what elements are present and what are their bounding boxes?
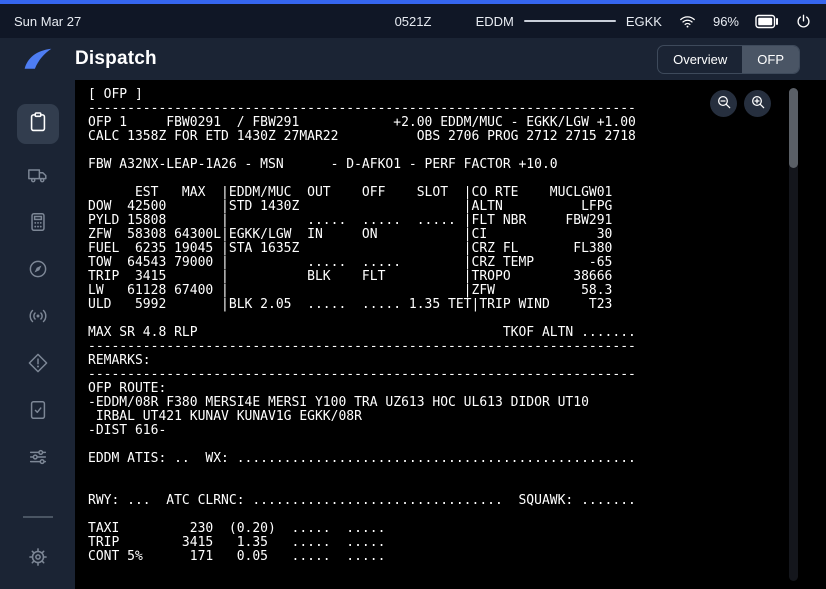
ofp-content-area: [ OFP ] --------------------------------…: [75, 80, 826, 589]
sidebar-item-navigation[interactable]: [17, 257, 59, 285]
sidebar-item-performance[interactable]: [17, 210, 59, 238]
status-date: Sun Mar 27: [14, 14, 81, 29]
ofp-document: [ OFP ] --------------------------------…: [75, 80, 826, 564]
scrollbar-thumb[interactable]: [789, 88, 798, 168]
sidebar-divider: [23, 516, 53, 518]
route-progress-line: [524, 20, 616, 22]
sidebar-item-dispatch[interactable]: [17, 104, 59, 144]
zoom-controls: [710, 90, 771, 117]
flypad-efb-app: Sun Mar 27 0521Z EDDM EGKK 96%: [0, 0, 826, 589]
flybywire-logo: [0, 46, 75, 72]
truck-icon: [27, 164, 49, 191]
sidebar-item-settings[interactable]: [17, 545, 59, 573]
zoom-in-icon: [750, 94, 766, 113]
main-body: [ OFP ] --------------------------------…: [0, 80, 826, 589]
sidebar-item-ground[interactable]: [17, 163, 59, 191]
checklist-icon: [27, 399, 49, 426]
scrollbar[interactable]: [789, 88, 798, 581]
sidebar-item-failures[interactable]: [17, 351, 59, 379]
tab-overview[interactable]: Overview: [658, 46, 742, 73]
sliders-icon: [27, 446, 49, 473]
power-icon[interactable]: [795, 13, 812, 30]
status-time: 0521Z: [395, 14, 432, 29]
sidebar: [0, 80, 75, 589]
compass-icon: [27, 258, 49, 285]
tab-ofp[interactable]: OFP: [742, 46, 799, 73]
sidebar-item-presets[interactable]: [17, 445, 59, 473]
wifi-icon: [678, 13, 697, 30]
view-toggle: Overview OFP: [657, 45, 800, 74]
exclamation-diamond-icon: [27, 352, 49, 379]
battery-icon: [755, 14, 779, 29]
zoom-out-icon: [716, 94, 732, 113]
route-origin: EDDM: [476, 14, 514, 29]
sidebar-item-checklists[interactable]: [17, 398, 59, 426]
flight-route-indicator: EDDM EGKK: [476, 14, 662, 29]
zoom-out-button[interactable]: [710, 90, 737, 117]
zoom-in-button[interactable]: [744, 90, 771, 117]
battery-percent: 96%: [713, 14, 739, 29]
page-header: Dispatch Overview OFP: [0, 38, 826, 80]
page-title: Dispatch: [75, 48, 157, 70]
broadcast-icon: [27, 305, 49, 332]
sidebar-item-atc[interactable]: [17, 304, 59, 332]
clipboard-icon: [27, 111, 49, 138]
route-destination: EGKK: [626, 14, 662, 29]
gear-icon: [27, 546, 49, 573]
calculator-icon: [27, 211, 49, 238]
status-bar: Sun Mar 27 0521Z EDDM EGKK 96%: [0, 4, 826, 38]
